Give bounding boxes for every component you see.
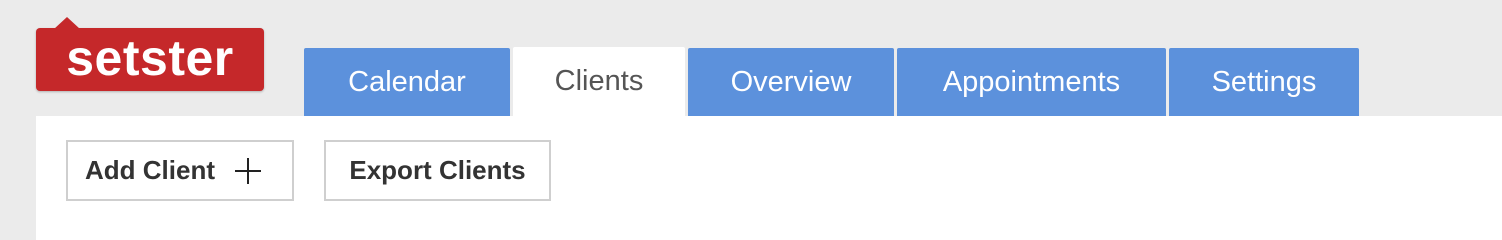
logo-notch bbox=[54, 17, 80, 29]
setster-logo[interactable]: setster bbox=[36, 17, 264, 91]
tab-appointments[interactable]: Appointments bbox=[897, 48, 1166, 116]
tab-settings[interactable]: Settings bbox=[1169, 48, 1359, 116]
main-nav-tabs: Calendar Clients Overview Appointments S… bbox=[304, 47, 1362, 116]
tab-clients[interactable]: Clients bbox=[513, 47, 685, 116]
plus-icon bbox=[235, 157, 261, 184]
tab-calendar[interactable]: Calendar bbox=[304, 48, 510, 116]
export-clients-label: Export Clients bbox=[349, 155, 526, 185]
clients-panel: Add Client Export Clients bbox=[36, 116, 1502, 240]
add-client-button[interactable]: Add Client bbox=[66, 140, 294, 201]
tab-overview[interactable]: Overview bbox=[688, 48, 894, 116]
export-clients-button[interactable]: Export Clients bbox=[324, 140, 551, 201]
add-client-label: Add Client bbox=[85, 155, 215, 185]
logo-text: setster bbox=[66, 30, 234, 86]
